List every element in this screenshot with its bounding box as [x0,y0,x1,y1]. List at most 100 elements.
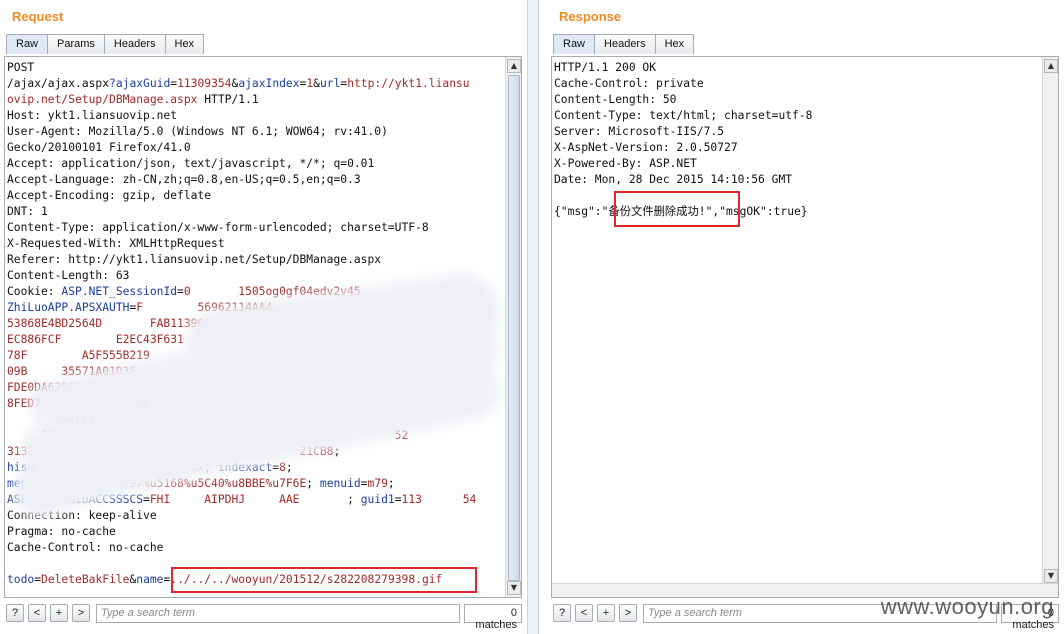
text-line: X-Powered-By: ASP.NET [554,156,812,172]
request-tab-raw[interactable]: Raw [6,34,49,54]
text-segment: guid1 [360,493,395,506]
text-segment: Accept-Encoding: gzip, deflate [7,189,212,202]
text-segment: X-Powered-By: ASP.NET [554,157,697,170]
response-panel: Response Raw Headers Hex HTTP/1.1 200 OK… [538,0,1064,634]
text-line: HTTP/1.1 200 OK [554,60,812,76]
text-segment: X-AspNet-Version: 2.0.50727 [554,141,738,154]
scroll-thumb[interactable] [508,75,520,581]
request-panel: Request Raw Params Headers Hex POST/ajax… [0,0,528,634]
text-line: /ajax/ajax.aspx?ajaxGuid=11309354&ajaxIn… [7,76,476,92]
request-search-bar: ? < + > Type a search term 0 matches [6,602,522,631]
text-segment: ajaxGuid [115,77,171,90]
text-line: Content-Type: application/x-www-form-url… [7,220,476,236]
text-segment: 11309354 [177,77,232,90]
text-segment: m79 [367,477,388,490]
text-segment: ZhiLuoAPP.APSXAUTH [7,301,130,314]
text-segment: name [136,573,164,586]
text-line: ovip.net/Setup/DBManage.aspx HTTP/1.1 [7,92,476,108]
watermark: www.wooyun.org [880,594,1054,619]
previous-match-button[interactable]: < [575,604,593,622]
help-button[interactable]: ? [6,604,24,622]
text-segment: Cookie: [7,285,62,298]
response-tab-raw[interactable]: Raw [553,34,596,54]
text-segment: ovip.net/Setup/DBManage.aspx [7,93,198,106]
text-segment: = [360,477,368,490]
text-segment: Cache-Control: no-cache [7,541,164,554]
request-tab-params[interactable]: Params [48,34,105,54]
text-line: Cache-Control: private [554,76,812,92]
text-line: Content-Type: text/html; charset=utf-8 [554,108,812,124]
text-segment: Content-Length: 50 [554,93,677,106]
text-segment: FHI AIPDHJ AAE [149,493,348,506]
response-title: Response [559,9,622,24]
response-tabs: Raw Headers Hex [553,34,695,54]
text-segment: HTTP/1.1 [197,93,259,106]
text-segment: ; [387,477,395,490]
scroll-up-icon[interactable]: ▲ [507,59,521,73]
response-tab-hex[interactable]: Hex [655,34,695,54]
text-line: X-AspNet-Version: 2.0.50727 [554,140,812,156]
request-editor[interactable]: POST/ajax/ajax.aspx?ajaxGuid = 11309354 &aj… [4,56,522,598]
scroll-up-icon[interactable]: ▲ [1044,59,1058,73]
text-segment: Pragma: no-cache [7,525,116,538]
text-segment: X-Requested-With: XMLHttpRequest [7,237,225,250]
text-segment: ; [306,477,320,490]
request-search-input[interactable]: Type a search term [96,603,460,623]
next-match-button[interactable]: > [72,604,90,622]
text-segment: url [319,77,341,90]
text-line: Referer: http://ykt1.liansuovip.net/Setu… [7,252,476,268]
text-line: Gecko/20100101 Firefox/41.0 [7,140,476,156]
scroll-down-icon[interactable]: ▼ [507,581,521,595]
request-tab-hex[interactable]: Hex [165,34,205,54]
text-segment: = [394,493,402,506]
request-title: Request [12,9,64,24]
text-segment: Date: Mon, 28 Dec 2015 14:10:56 GMT [554,173,793,186]
text-segment: 8 [279,461,286,474]
request-match-count: 0 matches [464,603,522,631]
text-segment: = [143,493,150,506]
name-param-highlight [171,567,477,593]
text-line: DNT: 1 [7,204,476,220]
text-segment: ; [347,493,361,506]
text-segment: Content-Type: text/html; charset=utf-8 [554,109,813,122]
request-tabs: Raw Params Headers Hex [6,34,205,54]
text-segment: Gecko/20100101 Firefox/41.0 [7,141,191,154]
request-vertical-scrollbar[interactable]: ▲ ▼ [505,57,521,597]
response-vertical-scrollbar[interactable]: ▲ ▼ [1042,57,1058,585]
text-segment: Referer: http://ykt1.liansuovip.net/Setu… [7,253,382,266]
text-segment: ASP.NET_SessionId [61,285,178,298]
previous-match-button[interactable]: < [28,604,46,622]
text-segment: Content-Length: 63 [7,269,130,282]
text-segment: Accept: application/json, text/javascrip… [7,157,375,170]
scroll-down-icon[interactable]: ▼ [1044,569,1058,583]
text-line: Cache-Control: no-cache [7,540,476,556]
text-segment: = [177,285,184,298]
text-line: POST [7,60,476,76]
response-editor[interactable]: HTTP/1.1 200 OK Cache-Control: private Con… [551,56,1059,598]
text-line: Accept-Encoding: gzip, deflate [7,188,476,204]
success-message-highlight [614,191,740,227]
text-segment: http://ykt1.liansu [347,77,470,90]
text-segment: Host: ykt1.liansuovip.net [7,109,178,122]
text-line: Connection: keep-alive [7,508,476,524]
options-button[interactable]: + [597,604,615,622]
text-line: Pragma: no-cache [7,524,476,540]
text-segment: ? [109,77,116,90]
options-button[interactable]: + [50,604,68,622]
next-match-button[interactable]: > [619,604,637,622]
text-line: Accept: application/json, text/javascrip… [7,156,476,172]
text-line: Accept-Language: zh-CN,zh;q=0.8,en-US;q=… [7,172,476,188]
text-segment: menuid [319,477,361,490]
panel-divider[interactable] [528,0,538,634]
request-tab-headers[interactable]: Headers [104,34,166,54]
response-tab-headers[interactable]: Headers [595,34,656,54]
text-line: Host: ykt1.liansuovip.net [7,108,476,124]
text-line: Server: Microsoft-IIS/7.5 [554,124,812,140]
help-button[interactable]: ? [553,604,571,622]
text-segment: POST [7,61,35,74]
text-segment: Content-Type: application/x-www-form-url… [7,221,429,234]
text-line: User-Agent: Mozilla/5.0 (Windows NT 6.1;… [7,124,476,140]
text-segment: Cache-Control: private [554,77,704,90]
text-segment: todo [7,573,35,586]
text-segment: & [313,77,320,90]
